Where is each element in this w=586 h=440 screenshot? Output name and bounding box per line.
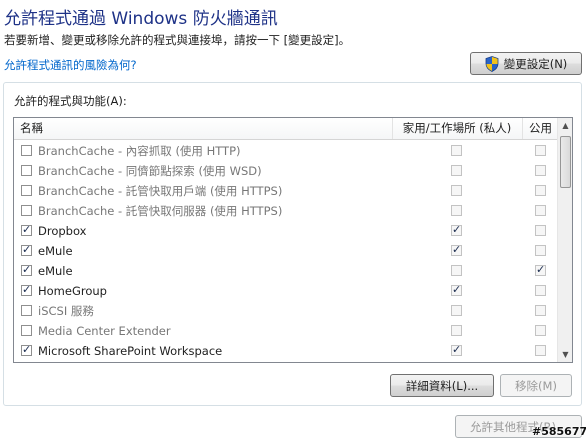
- enable-checkbox[interactable]: [21, 305, 32, 316]
- vertical-scrollbar[interactable]: ▲ ▼: [557, 118, 572, 362]
- enable-checkbox[interactable]: [21, 165, 32, 176]
- remove-button[interactable]: 移除(M): [500, 374, 572, 397]
- program-name: eMule: [38, 264, 73, 278]
- home-work-checkbox[interactable]: [451, 185, 462, 196]
- column-header-public[interactable]: 公用: [522, 118, 559, 139]
- table-row[interactable]: BranchCache - 託管快取伺服器 (使用 HTTPS): [14, 201, 559, 221]
- home-work-checkbox[interactable]: [451, 283, 462, 296]
- public-checkbox[interactable]: [535, 205, 546, 216]
- page-description: 若要新增、變更或移除允許的程式與連接埠，請按一下 [變更設定]。: [4, 33, 351, 47]
- home-work-checkbox[interactable]: [451, 325, 462, 336]
- column-header-home-work[interactable]: 家用/工作場所 (私人): [392, 118, 522, 139]
- home-work-checkbox[interactable]: [451, 165, 462, 176]
- risk-help-link[interactable]: 允許程式通訊的風險為何?: [4, 57, 137, 73]
- program-name: BranchCache - 同儕節點探索 (使用 WSD): [38, 164, 262, 178]
- public-checkbox[interactable]: [535, 305, 546, 316]
- home-work-checkbox[interactable]: [451, 343, 462, 356]
- program-name: Media Center Extender: [38, 324, 171, 338]
- enable-checkbox[interactable]: [21, 243, 32, 256]
- public-checkbox[interactable]: [535, 225, 546, 236]
- list-rows: BranchCache - 內容抓取 (使用 HTTP) BranchCache …: [14, 141, 559, 361]
- home-work-checkbox[interactable]: [451, 305, 462, 316]
- table-row[interactable]: HomeGroup: [14, 281, 559, 301]
- enable-checkbox[interactable]: [21, 185, 32, 196]
- public-checkbox[interactable]: [535, 285, 546, 296]
- home-work-checkbox[interactable]: [451, 223, 462, 236]
- enable-checkbox[interactable]: [21, 325, 32, 336]
- public-checkbox[interactable]: [535, 165, 546, 176]
- table-row[interactable]: iSCSI 服務: [14, 301, 559, 321]
- scroll-down-icon[interactable]: ▼: [558, 347, 572, 362]
- watermark: #585677: [532, 425, 586, 438]
- public-checkbox[interactable]: [535, 325, 546, 336]
- program-name: BranchCache - 託管快取用戶端 (使用 HTTPS): [38, 184, 283, 198]
- program-name: Microsoft SharePoint Workspace: [38, 344, 223, 358]
- public-checkbox[interactable]: [535, 185, 546, 196]
- program-name: BranchCache - 託管快取伺服器 (使用 HTTPS): [38, 204, 283, 218]
- enable-checkbox[interactable]: [21, 263, 32, 276]
- table-row[interactable]: BranchCache - 內容抓取 (使用 HTTP): [14, 141, 559, 161]
- table-row[interactable]: Dropbox: [14, 221, 559, 241]
- public-checkbox[interactable]: [535, 345, 546, 356]
- home-work-checkbox[interactable]: [451, 145, 462, 156]
- home-work-checkbox[interactable]: [451, 243, 462, 256]
- allowed-programs-list[interactable]: 名稱 家用/工作場所 (私人) 公用 BranchCache - 內容抓取 (使…: [13, 117, 573, 363]
- table-row[interactable]: Microsoft SharePoint Workspace: [14, 341, 559, 361]
- page-title: 允許程式通過 Windows 防火牆通訊: [4, 9, 278, 29]
- scroll-up-icon[interactable]: ▲: [558, 118, 572, 133]
- table-row[interactable]: BranchCache - 同儕節點探索 (使用 WSD): [14, 161, 559, 181]
- program-name: BranchCache - 內容抓取 (使用 HTTP): [38, 144, 241, 158]
- details-button[interactable]: 詳細資料(L)...: [390, 374, 494, 397]
- allowed-programs-group: 允許的程式與功能(A): 名稱 家用/工作場所 (私人) 公用 BranchCa…: [3, 82, 582, 406]
- public-checkbox[interactable]: [535, 245, 546, 256]
- change-settings-label: 變更設定(N): [503, 56, 568, 71]
- program-name: Dropbox: [38, 224, 87, 238]
- program-name: iSCSI 服務: [38, 304, 94, 318]
- table-row[interactable]: Media Center Extender: [14, 321, 559, 341]
- enable-checkbox[interactable]: [21, 145, 32, 156]
- enable-checkbox[interactable]: [21, 283, 32, 296]
- home-work-checkbox[interactable]: [451, 265, 462, 276]
- table-row[interactable]: eMule: [14, 241, 559, 261]
- table-row[interactable]: eMule: [14, 261, 559, 281]
- allowed-programs-label: 允許的程式與功能(A):: [14, 94, 127, 108]
- program-name: HomeGroup: [38, 284, 107, 298]
- public-checkbox[interactable]: [535, 145, 546, 156]
- uac-shield-icon: [485, 55, 499, 72]
- public-checkbox[interactable]: [535, 263, 546, 276]
- table-row[interactable]: BranchCache - 託管快取用戶端 (使用 HTTPS): [14, 181, 559, 201]
- list-header: 名稱 家用/工作場所 (私人) 公用: [14, 118, 559, 140]
- enable-checkbox[interactable]: [21, 343, 32, 356]
- home-work-checkbox[interactable]: [451, 205, 462, 216]
- program-name: eMule: [38, 244, 73, 258]
- scrollbar-thumb[interactable]: [560, 136, 571, 188]
- column-header-name[interactable]: 名稱: [20, 118, 43, 139]
- enable-checkbox[interactable]: [21, 205, 32, 216]
- enable-checkbox[interactable]: [21, 223, 32, 236]
- change-settings-button[interactable]: 變更設定(N): [470, 52, 582, 75]
